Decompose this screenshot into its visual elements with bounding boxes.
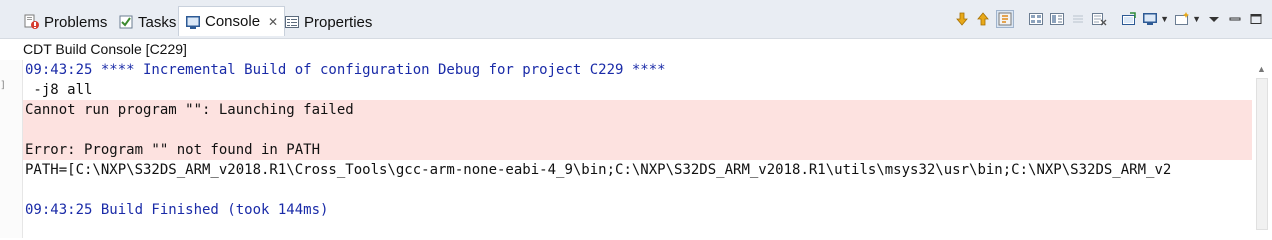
tab-properties[interactable]: Properties	[284, 8, 372, 36]
new-console-icon[interactable]	[1174, 11, 1190, 27]
console-error-line: Cannot run program "": Launching failed	[23, 100, 1252, 120]
chevron-down-icon[interactable]: ▼	[1160, 14, 1169, 24]
separator-line-icon	[1070, 11, 1086, 27]
console-output[interactable]: 09:43:25 **** Incremental Build of confi…	[23, 60, 1252, 238]
scroll-lock-icon[interactable]	[996, 10, 1015, 28]
left-gutter: ]	[0, 60, 23, 238]
gutter-marker: ]	[0, 80, 7, 91]
view-menu-icon[interactable]	[1206, 11, 1222, 27]
maximize-icon[interactable]	[1248, 11, 1264, 27]
console-toolbar: ▼ ▼	[954, 8, 1264, 30]
display-selected-console-icon[interactable]	[1142, 11, 1158, 27]
open-console-icon[interactable]	[1121, 11, 1137, 27]
console-error-line: Error: Program "" not found in PATH	[23, 140, 1252, 160]
word-wrap-icon[interactable]	[1028, 11, 1044, 27]
console-line: 09:43:25 **** Incremental Build of confi…	[25, 62, 666, 78]
scrollbar-thumb[interactable]	[1256, 78, 1268, 230]
tab-label: Console	[205, 13, 261, 30]
tab-label: Problems	[44, 13, 108, 31]
view-tab-bar: Problems Tasks Console ✕ Properties ▼ ▼	[0, 0, 1272, 38]
scroll-up-icon[interactable]	[975, 11, 991, 27]
tab-label: Properties	[304, 13, 373, 31]
console-title-bar: CDT Build Console [C229]	[0, 38, 1272, 61]
console-line: PATH=[C:\NXP\S32DS_ARM_v2018.R1\Cross_To…	[25, 162, 1172, 178]
tab-tasks[interactable]: Tasks	[118, 8, 176, 36]
problems-icon	[24, 14, 40, 30]
tab-console[interactable]: Console ✕	[178, 6, 286, 36]
scroll-up-arrow-icon[interactable]: ▲	[1257, 64, 1266, 74]
properties-icon	[284, 14, 300, 30]
clear-console-icon[interactable]	[1091, 11, 1107, 27]
console-error-line	[23, 120, 1252, 140]
tasks-icon	[118, 14, 134, 30]
minimize-icon[interactable]	[1227, 11, 1243, 27]
tab-label: Tasks	[138, 13, 177, 31]
tab-problems[interactable]: Problems	[24, 8, 107, 36]
close-icon[interactable]: ✕	[268, 15, 278, 29]
console-line: -j8 all	[25, 82, 93, 98]
console-title: CDT Build Console [C229]	[23, 41, 187, 57]
scroll-down-icon[interactable]	[954, 11, 970, 27]
vertical-scrollbar[interactable]: ▲	[1252, 60, 1270, 238]
console-line: 09:43:25 Build Finished (took 144ms)	[25, 202, 329, 218]
chevron-down-icon[interactable]: ▼	[1192, 14, 1201, 24]
pin-console-icon[interactable]	[1049, 11, 1065, 27]
console-icon	[185, 14, 201, 30]
